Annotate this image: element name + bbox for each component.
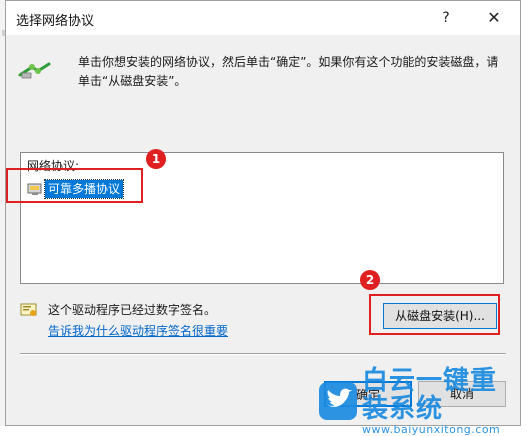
why-signing-matters-link[interactable]: 告诉我为什么驱动程序签名很重要 [48, 322, 228, 339]
watermark: 白云一键重装系统 www.baiyunxitong.com [318, 367, 523, 436]
instruction-text: 单击你想安装的网络协议，然后单击“确定”。如果你有这个功能的安装磁盘，请单击“从… [78, 55, 499, 88]
annotation-highlight-1 [6, 168, 143, 203]
signed-driver-text: 这个驱动程序已经过数字签名。 [48, 303, 217, 317]
divider [20, 353, 506, 355]
annotation-badge-1: 1 [146, 149, 166, 169]
bird-logo-icon [318, 381, 358, 421]
annotation-badge-2: 2 [360, 270, 380, 290]
select-network-protocol-dialog: 选择网络协议 ? ✕ 单击你想安装的网络协议，然后单击“确定”。如果你有这个功能… [5, 0, 521, 426]
dialog-title: 选择网络协议 [16, 14, 95, 29]
help-button[interactable]: ? [424, 1, 468, 35]
title-bar: 选择网络协议 ? ✕ [6, 1, 520, 35]
watermark-url: www.baiyunxitong.com [362, 422, 501, 436]
close-button[interactable]: ✕ [472, 1, 516, 35]
watermark-brand: 白云一键重装系统 [362, 365, 498, 424]
annotation-highlight-2 [369, 294, 500, 335]
watermark-text: 白云一键重装系统 www.baiyunxitong.com [362, 367, 523, 436]
network-protocol-icon [18, 61, 52, 84]
signed-driver-icon [20, 302, 38, 321]
